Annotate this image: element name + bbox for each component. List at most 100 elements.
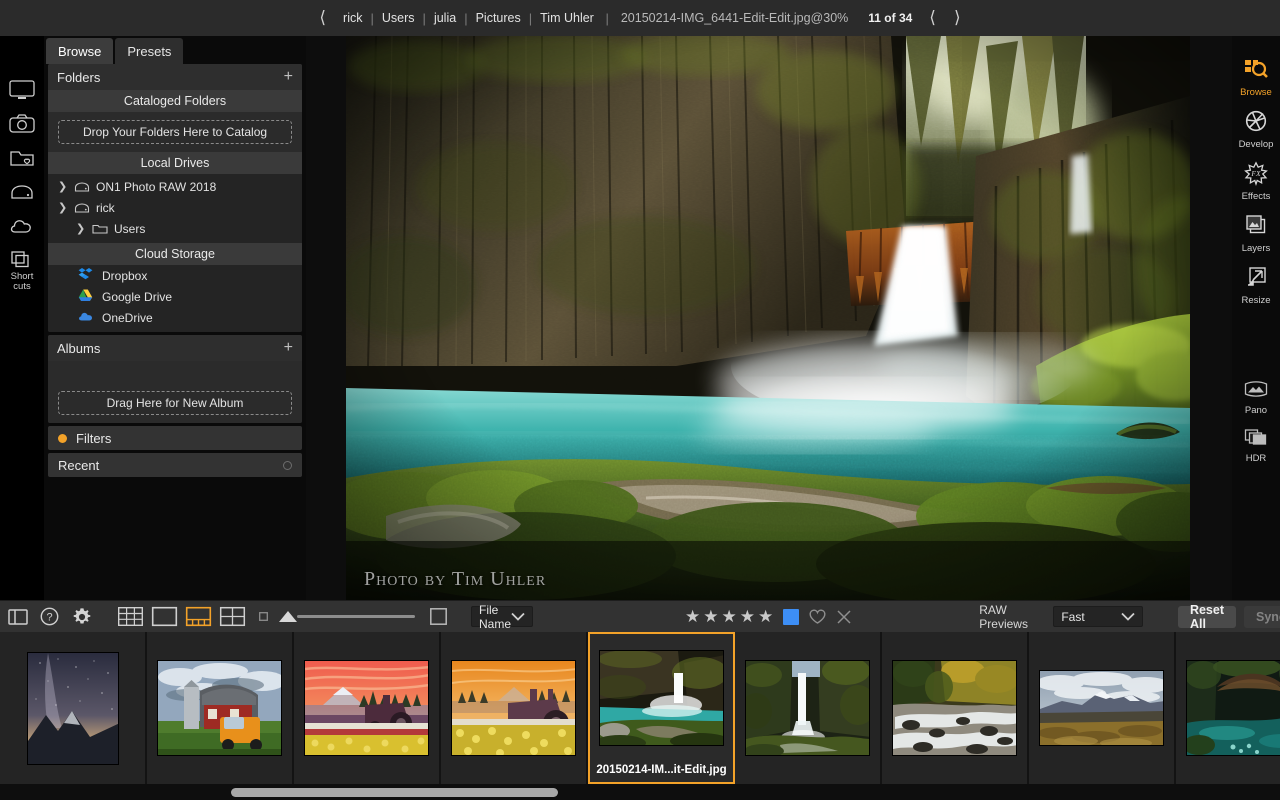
thumbnail-image xyxy=(599,650,724,746)
breadcrumb-item-0[interactable]: rick xyxy=(335,11,370,25)
on1-photo-raw-window: ⟨ rick | Users | julia | Pictures | Tim … xyxy=(0,0,1280,800)
module-browse[interactable]: Browse xyxy=(1233,58,1279,98)
breadcrumb-item-2[interactable]: julia xyxy=(426,11,464,25)
albums-panel: Albums + Drag Here for New Album xyxy=(48,335,302,423)
filmstrip-item-3[interactable] xyxy=(441,632,588,784)
cloud-item-dropbox[interactable]: Dropbox xyxy=(48,265,302,286)
folders-panel-header[interactable]: Folders + xyxy=(48,64,302,90)
filmstrip-item-6[interactable] xyxy=(882,632,1029,784)
breadcrumb: ⟨ rick | Users | julia | Pictures | Tim … xyxy=(310,10,969,27)
catalog-dropzone[interactable]: Drop Your Folders Here to Catalog xyxy=(58,120,292,144)
module-hdr[interactable]: HDR xyxy=(1233,428,1279,464)
raw-previews-select[interactable]: Fast xyxy=(1053,606,1143,627)
recent-panel[interactable]: Recent xyxy=(48,453,302,477)
drives-rail-item[interactable] xyxy=(5,182,39,202)
detail-view-icon xyxy=(152,607,177,626)
thumbnail-image xyxy=(1186,660,1280,756)
tree-row-rick[interactable]: ❯ rick xyxy=(48,197,302,218)
star-icon[interactable]: ★ xyxy=(703,607,718,627)
tree-label: rick xyxy=(96,201,115,215)
filmstrip-scrollbar[interactable] xyxy=(231,788,558,797)
abiqua-falls-photo xyxy=(346,36,1190,600)
filmstrip-item-7[interactable] xyxy=(1029,632,1176,784)
breadcrumb-separator: | xyxy=(602,11,609,26)
camera-rail-item[interactable] xyxy=(5,114,39,134)
chevron-right-icon[interactable]: ❯ xyxy=(58,180,74,193)
settings-button[interactable] xyxy=(72,607,92,627)
module-pano[interactable]: Pano xyxy=(1233,380,1279,416)
next-photo-button[interactable]: ⟩ xyxy=(945,10,970,27)
browse-icon xyxy=(1244,58,1268,85)
filters-label: Filters xyxy=(76,431,111,446)
titlebar: ⟨ rick | Users | julia | Pictures | Tim … xyxy=(0,0,1280,36)
previous-photo-arrow-left[interactable]: ⟨ xyxy=(310,10,335,27)
plus-icon[interactable]: + xyxy=(284,340,293,356)
thumbnail-size-slider-handle[interactable] xyxy=(279,611,297,622)
filmstrip-item-0[interactable] xyxy=(0,632,147,784)
tab-presets[interactable]: Presets xyxy=(115,38,183,64)
rating-controls: ★ ★ ★ ★ ★ xyxy=(685,607,852,627)
reset-all-button[interactable]: Reset All xyxy=(1178,606,1236,628)
tree-label: Users xyxy=(114,222,145,236)
star-icon[interactable]: ★ xyxy=(722,607,737,627)
sync-button[interactable]: Sync xyxy=(1244,606,1280,628)
module-resize[interactable]: Resize xyxy=(1233,266,1279,306)
heart-icon[interactable] xyxy=(809,609,826,625)
view-mode-detail[interactable] xyxy=(152,607,177,626)
sort-select[interactable]: File Name xyxy=(471,606,533,627)
star-icon[interactable]: ★ xyxy=(685,607,700,627)
raw-previews-group: RAW Previews Fast xyxy=(979,603,1143,631)
small-square-icon xyxy=(259,612,268,621)
plus-icon[interactable]: + xyxy=(284,69,293,85)
shortcuts-rail-item[interactable]: Shortcuts xyxy=(5,250,39,292)
module-layers[interactable]: Layers xyxy=(1233,214,1279,254)
view-mode-compare[interactable] xyxy=(220,607,245,626)
help-button[interactable]: ? xyxy=(40,607,59,626)
panel-toggle-button[interactable] xyxy=(8,609,28,625)
raw-previews-label: RAW Previews xyxy=(979,603,1044,631)
chevron-right-icon[interactable]: ❯ xyxy=(76,222,92,235)
star-rating[interactable]: ★ ★ ★ ★ ★ xyxy=(685,607,773,627)
star-icon[interactable]: ★ xyxy=(758,607,773,627)
main-photo[interactable]: Photo by Tim Uhler xyxy=(346,36,1190,600)
view-mode-grid[interactable] xyxy=(118,607,143,626)
cloud-item-label: Dropbox xyxy=(102,269,147,283)
breadcrumb-item-4[interactable]: Tim Uhler xyxy=(532,11,602,25)
albums-panel-header[interactable]: Albums + xyxy=(48,335,302,361)
filmstrip-item-5[interactable] xyxy=(735,632,882,784)
chevron-down-icon[interactable]: ❯ xyxy=(58,201,74,214)
x-icon[interactable] xyxy=(836,609,852,625)
filmstrip[interactable]: 20150214-IM...it-Edit.jpg xyxy=(0,632,1280,784)
monitor-rail-item[interactable] xyxy=(5,80,39,100)
tree-row-on1-photo-raw[interactable]: ❯ ON1 Photo RAW 2018 xyxy=(48,176,302,197)
cloud-rail-item[interactable] xyxy=(5,216,39,236)
local-drives-title: Local Drives xyxy=(48,152,302,174)
color-label-chip[interactable] xyxy=(783,609,799,625)
tree-row-users[interactable]: ❯ Users xyxy=(48,218,302,239)
folder-heart-icon xyxy=(9,148,35,168)
favorites-folder-rail-item[interactable] xyxy=(5,148,39,168)
current-filename: 20150214-IMG_6441-Edit-Edit.jpg@30% xyxy=(609,11,856,25)
filmstrip-item-2[interactable] xyxy=(294,632,441,784)
shortcuts-rail-label: Shortcuts xyxy=(11,272,34,292)
thumbnail-size-slider[interactable] xyxy=(297,615,415,618)
filmstrip-item-4[interactable]: 20150214-IM...it-Edit.jpg xyxy=(588,632,735,784)
new-album-dropzone[interactable]: Drag Here for New Album xyxy=(58,391,292,415)
previous-photo-button[interactable]: ⟨ xyxy=(920,10,945,27)
cloud-item-onedrive[interactable]: OneDrive xyxy=(48,307,302,328)
folders-panel-title: Folders xyxy=(57,70,100,85)
filters-panel[interactable]: Filters xyxy=(48,426,302,450)
photo-canvas[interactable]: Photo by Tim Uhler xyxy=(306,36,1232,600)
tab-browse[interactable]: Browse xyxy=(46,38,113,64)
gear-icon xyxy=(72,607,92,627)
breadcrumb-item-1[interactable]: Users xyxy=(374,11,423,25)
filmstrip-item-1[interactable] xyxy=(147,632,294,784)
star-icon[interactable]: ★ xyxy=(740,607,755,627)
cloud-item-google-drive[interactable]: Google Drive xyxy=(48,286,302,307)
module-develop[interactable]: Develop xyxy=(1233,110,1279,150)
module-effects[interactable]: FX Effects xyxy=(1233,162,1279,202)
breadcrumb-item-3[interactable]: Pictures xyxy=(468,11,529,25)
filmstrip-item-8[interactable] xyxy=(1176,632,1280,784)
view-mode-filmstrip[interactable] xyxy=(186,607,211,626)
module-label: Effects xyxy=(1242,191,1271,202)
